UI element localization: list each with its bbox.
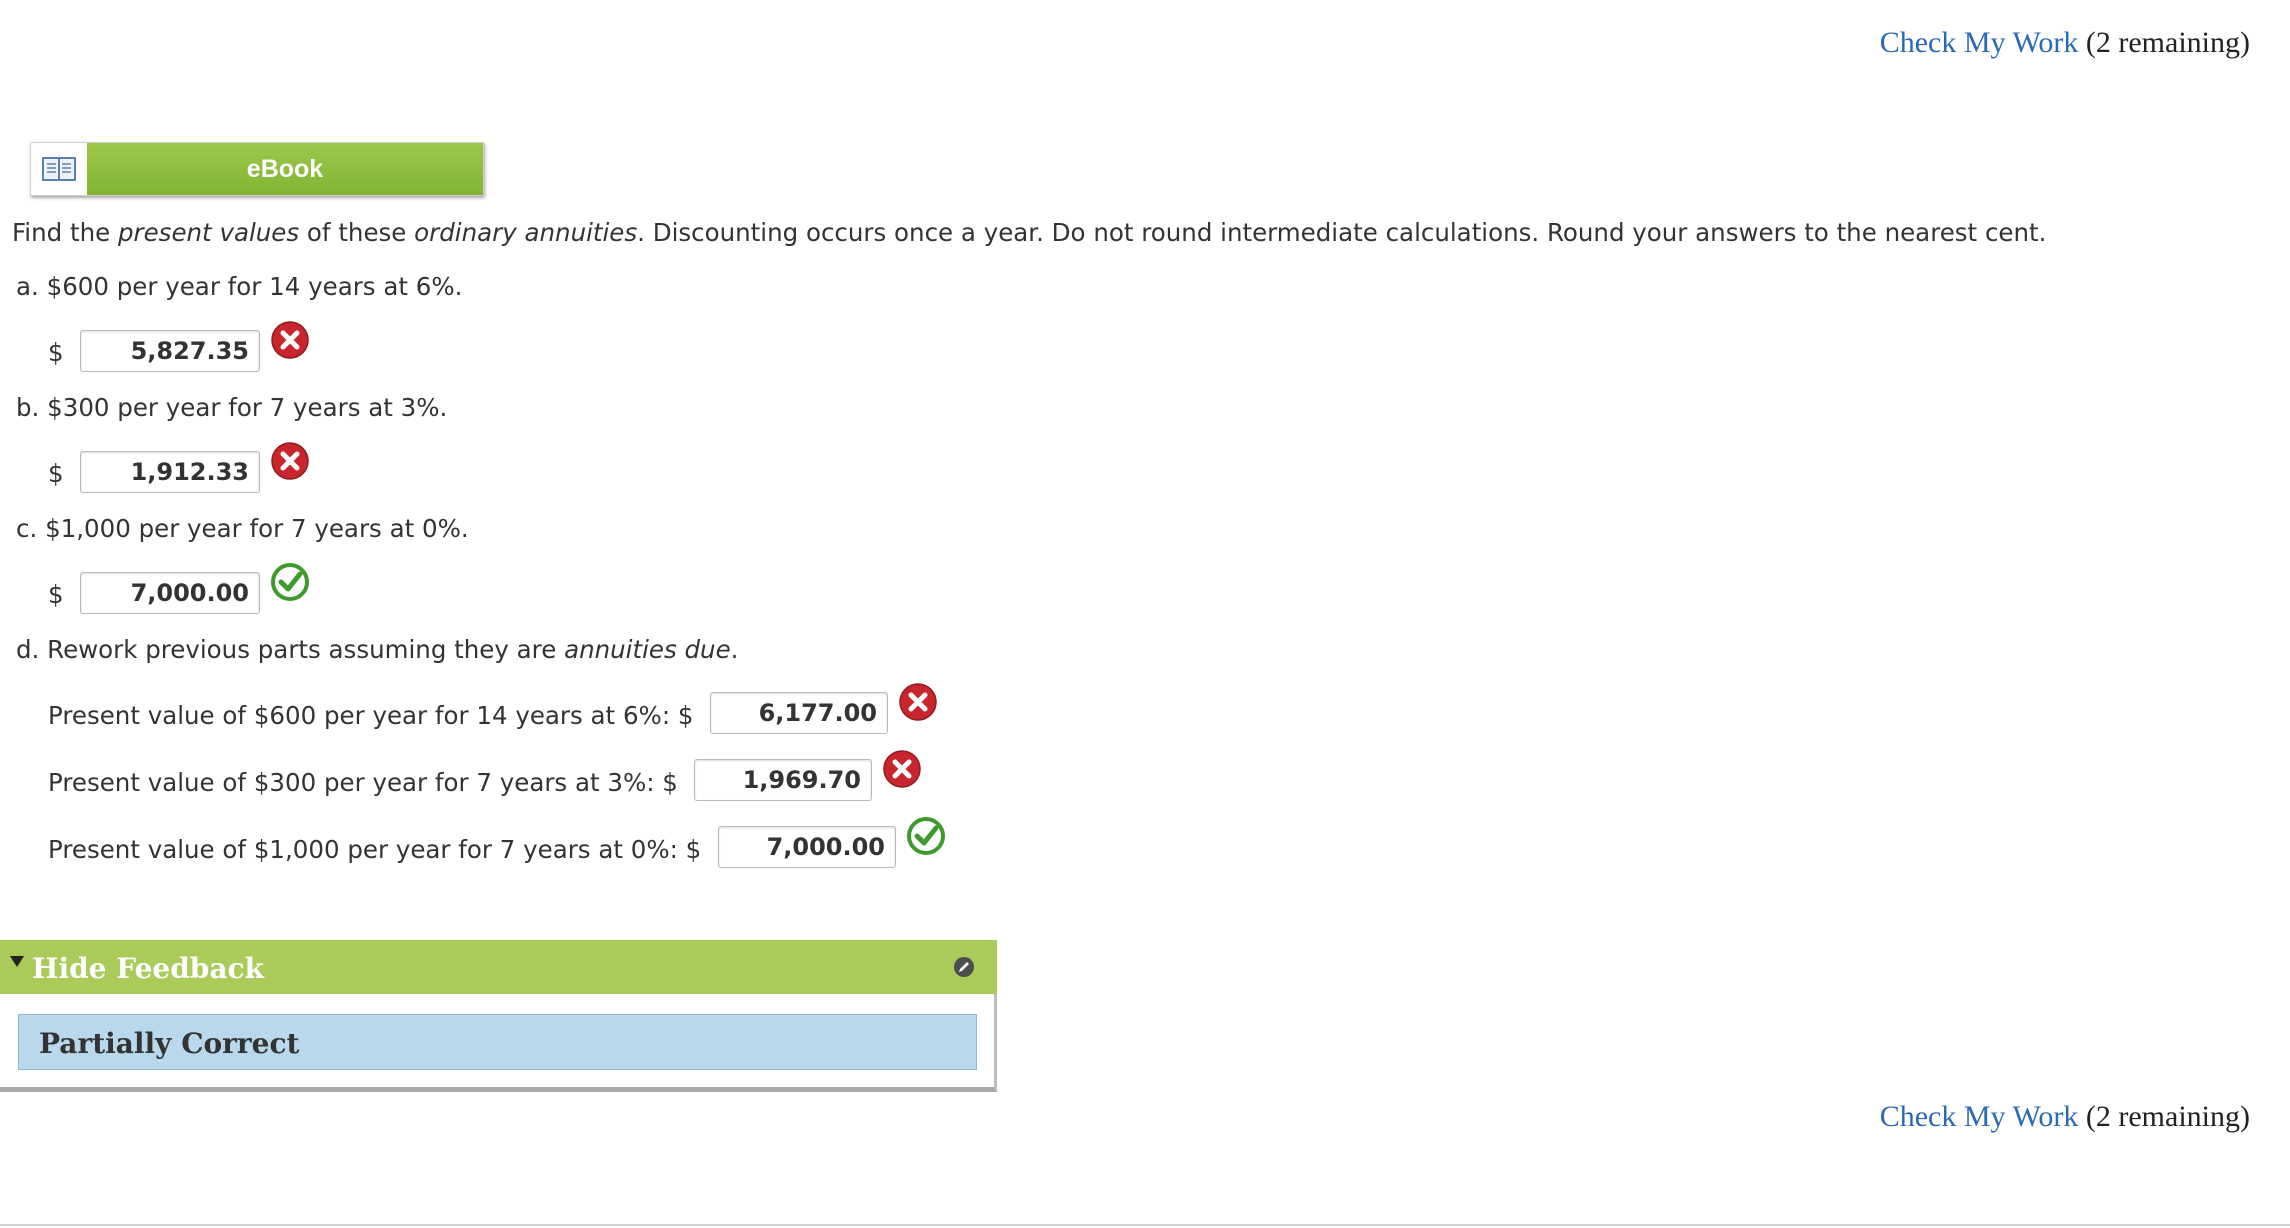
incorrect-x-icon <box>271 442 309 480</box>
question-letter: c. <box>16 514 38 543</box>
incorrect-x-icon <box>271 321 309 359</box>
collapse-triangle-icon <box>10 956 24 967</box>
remaining-count-top: (2 remaining) <box>2085 26 2250 59</box>
feedback-result-box: Partially Correct <box>18 1014 977 1070</box>
instructions-em-1: present values <box>117 218 300 247</box>
page-divider <box>0 1224 2290 1226</box>
question-text: $600 per year for 14 years at 6%. <box>46 272 463 301</box>
instructions: Find the present values of these ordinar… <box>12 218 2046 247</box>
question-d: d. Rework previous parts assuming they a… <box>16 635 738 664</box>
currency-symbol: $ <box>48 338 64 367</box>
feedback-toggle-label: Hide Feedback <box>32 952 264 985</box>
hide-feedback-toggle[interactable]: Hide Feedback <box>0 940 997 994</box>
instructions-text-1: Find the <box>12 218 118 247</box>
question-text: Rework previous parts assuming they are <box>47 635 565 664</box>
instructions-text-2: of these <box>299 218 415 247</box>
check-my-work-top: Check My Work (2 remaining) <box>1880 26 2250 60</box>
answer-input-a[interactable]: 5,827.35 <box>80 330 260 372</box>
part-d-label-2: Present value of $300 per year for 7 yea… <box>48 768 678 797</box>
check-my-work-link-top[interactable]: Check My Work <box>1880 26 2079 59</box>
check-my-work-link-bottom[interactable]: Check My Work <box>1880 1100 2079 1133</box>
part-d-label-1: Present value of $600 per year for 14 ye… <box>48 701 694 730</box>
question-letter: d. <box>16 635 40 664</box>
instructions-text-3: . Discounting occurs once a year. Do not… <box>637 218 2047 247</box>
correct-check-icon <box>271 563 309 601</box>
answer-input-b[interactable]: 1,912.33 <box>80 451 260 493</box>
check-my-work-bottom: Check My Work (2 remaining) <box>1880 1100 2250 1134</box>
feedback-panel: Hide Feedback Partially Correct <box>0 940 997 1092</box>
part-d-label-3: Present value of $1,000 per year for 7 y… <box>48 835 702 864</box>
question-text: $300 per year for 7 years at 3%. <box>47 393 448 422</box>
pencil-icon[interactable] <box>953 956 975 978</box>
feedback-status: Partially Correct <box>39 1027 300 1060</box>
question-b: b. $300 per year for 7 years at 3%. <box>16 393 447 422</box>
question-c: c. $1,000 per year for 7 years at 0%. <box>16 514 469 543</box>
ebook-label: eBook <box>87 143 483 195</box>
answer-input-d1[interactable]: 6,177.00 <box>710 692 888 734</box>
answer-input-d3[interactable]: 7,000.00 <box>718 826 896 868</box>
remaining-count-bottom: (2 remaining) <box>2085 1100 2250 1133</box>
incorrect-x-icon <box>883 750 921 788</box>
question-a: a. $600 per year for 14 years at 6%. <box>16 272 462 301</box>
question-text-end: . <box>730 635 739 664</box>
correct-check-icon <box>907 817 945 855</box>
answer-input-c[interactable]: 7,000.00 <box>80 572 260 614</box>
question-emphasis: annuities due <box>564 635 731 664</box>
question-letter: a. <box>16 272 39 301</box>
instructions-em-2: ordinary annuities <box>414 218 638 247</box>
currency-symbol: $ <box>48 580 64 609</box>
question-letter: b. <box>16 393 40 422</box>
open-book-icon <box>31 143 87 195</box>
question-text: $1,000 per year for 7 years at 0%. <box>45 514 469 543</box>
answer-input-d2[interactable]: 1,969.70 <box>694 759 872 801</box>
currency-symbol: $ <box>48 459 64 488</box>
incorrect-x-icon <box>899 683 937 721</box>
ebook-button[interactable]: eBook <box>30 142 484 196</box>
